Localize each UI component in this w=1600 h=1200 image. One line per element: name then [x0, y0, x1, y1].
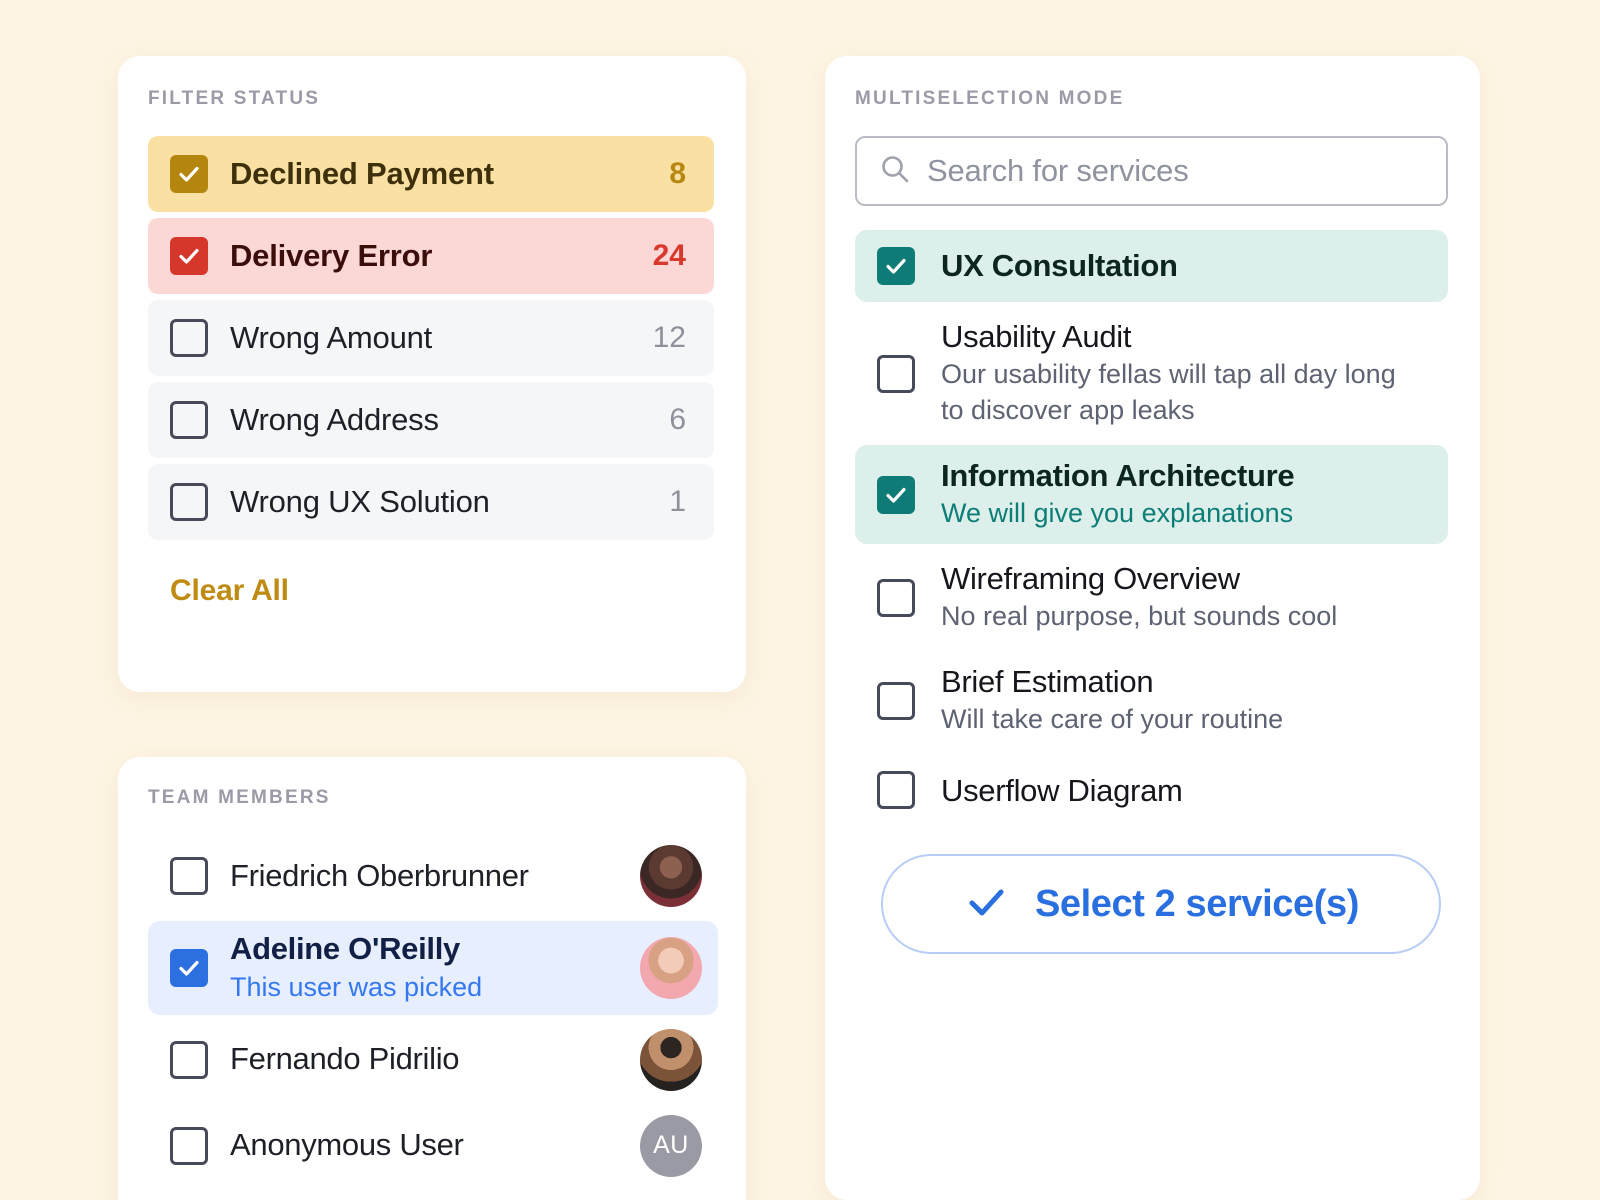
filter-row[interactable]: Wrong UX Solution 1 [148, 464, 714, 540]
team-member-texts: Anonymous User [230, 1127, 618, 1164]
search-placeholder: Search for services [927, 153, 1189, 188]
service-title: UX Consultation [941, 248, 1178, 284]
filter-label: Declined Payment [230, 156, 494, 191]
select-services-button[interactable]: Select 2 service(s) [881, 854, 1441, 955]
avatar [640, 1028, 702, 1091]
service-title: Brief Estimation [941, 664, 1154, 700]
filter-row[interactable]: Wrong Amount 12 [148, 300, 714, 376]
team-member-row[interactable]: Fernando Pidrilio [148, 1019, 718, 1101]
service-description: We will give you explanations [941, 498, 1294, 529]
service-description: Will take care of your routine [941, 704, 1284, 735]
select-services-label: Select 2 service(s) [1034, 882, 1360, 925]
service-texts: Userflow Diagram [941, 772, 1430, 809]
filter-count: 24 [652, 239, 686, 272]
service-row[interactable]: Userflow Diagram [855, 754, 1448, 826]
team-members-card: TEAM MEMBERS Friedrich Oberbrunner Adelin… [118, 757, 746, 1200]
service-checkbox[interactable] [877, 578, 915, 617]
avatar [640, 936, 702, 999]
service-checkbox[interactable] [877, 247, 915, 285]
team-member-subtext: This user was picked [230, 971, 483, 1002]
filter-count: 8 [669, 157, 686, 190]
filter-label: Wrong UX Solution [230, 484, 490, 519]
multiselection-card: MULTISELECTION MODE Search for services … [825, 56, 1480, 1200]
check-icon [963, 879, 1009, 930]
service-description: No real purpose, but sounds cool [941, 601, 1338, 632]
filter-status-title: FILTER STATUS [148, 88, 321, 109]
filter-checkbox[interactable] [170, 401, 208, 439]
clear-all-link[interactable]: Clear All [170, 574, 289, 608]
filter-checkbox[interactable] [170, 319, 208, 357]
service-texts: Information Architecture We will give you… [941, 457, 1430, 532]
filter-label: Wrong Amount [230, 320, 433, 355]
service-title: Usability Audit [941, 319, 1132, 354]
service-description: Our usability fellas will tap all day lo… [941, 359, 1396, 426]
team-member-row[interactable]: Friedrich Oberbrunner [148, 835, 718, 917]
team-member-name: Adeline O'Reilly [230, 931, 460, 966]
team-member-texts: Fernando Pidrilio [230, 1041, 618, 1078]
team-member-name: Anonymous User [230, 1127, 464, 1163]
service-row[interactable]: Brief Estimation Will take care of your r… [855, 651, 1448, 750]
filter-count: 6 [669, 403, 686, 436]
team-member-name: Friedrich Oberbrunner [230, 857, 529, 893]
filter-checkbox[interactable] [170, 237, 208, 275]
service-title: Information Architecture [941, 458, 1295, 493]
team-members-list: Friedrich Oberbrunner Adeline O'Reilly Thi… [148, 835, 718, 1187]
team-member-row[interactable]: Anonymous User AU [148, 1105, 718, 1187]
team-members-title: TEAM MEMBERS [148, 787, 331, 808]
service-texts: Usability Audit Our usability fellas will… [941, 318, 1430, 429]
team-member-name: Fernando Pidrilio [230, 1041, 460, 1077]
filter-row[interactable]: Delivery Error 24 [148, 218, 714, 294]
team-member-checkbox[interactable] [170, 1126, 208, 1165]
team-member-checkbox[interactable] [170, 1040, 208, 1079]
service-row[interactable]: Wireframing Overview No real purpose, but… [855, 548, 1448, 647]
service-texts: Wireframing Overview No real purpose, but… [941, 560, 1430, 635]
services-list: UX Consultation Usability Audit Our usabil… [855, 230, 1448, 826]
service-row[interactable]: Usability Audit Our usability fellas will… [855, 306, 1448, 441]
service-checkbox[interactable] [877, 771, 915, 810]
filter-label: Delivery Error [230, 238, 433, 273]
avatar [640, 845, 702, 907]
team-member-row[interactable]: Adeline O'Reilly This user was picked [148, 921, 718, 1015]
filter-status-list: Declined Payment 8 Delivery Error 24 Wrong A… [148, 136, 714, 540]
avatar: AU [640, 1114, 702, 1177]
team-member-texts: Friedrich Oberbrunner [230, 858, 618, 895]
service-row[interactable]: Information Architecture We will give you… [855, 445, 1448, 545]
multiselection-title: MULTISELECTION MODE [855, 88, 1125, 109]
filter-status-card: FILTER STATUS Declined Payment 8 Delivery … [118, 56, 746, 692]
service-checkbox[interactable] [877, 354, 915, 393]
service-texts: Brief Estimation Will take care of your r… [941, 663, 1430, 738]
service-title: Wireframing Overview [941, 561, 1240, 597]
filter-checkbox[interactable] [170, 155, 208, 193]
team-member-texts: Adeline O'Reilly This user was picked [230, 931, 618, 1005]
search-input[interactable]: Search for services [855, 136, 1448, 206]
team-member-checkbox[interactable] [170, 948, 208, 987]
service-checkbox[interactable] [877, 475, 915, 514]
team-member-checkbox[interactable] [170, 857, 208, 895]
service-texts: UX Consultation [941, 247, 1430, 284]
service-checkbox[interactable] [877, 681, 915, 720]
search-icon [879, 153, 911, 190]
service-title: Userflow Diagram [941, 772, 1183, 808]
filter-label: Wrong Address [230, 402, 439, 437]
filter-checkbox[interactable] [170, 483, 208, 521]
filter-count: 12 [652, 321, 686, 354]
filter-count: 1 [669, 485, 686, 518]
filter-row[interactable]: Declined Payment 8 [148, 136, 714, 212]
filter-row[interactable]: Wrong Address 6 [148, 382, 714, 458]
service-row[interactable]: UX Consultation [855, 230, 1448, 302]
